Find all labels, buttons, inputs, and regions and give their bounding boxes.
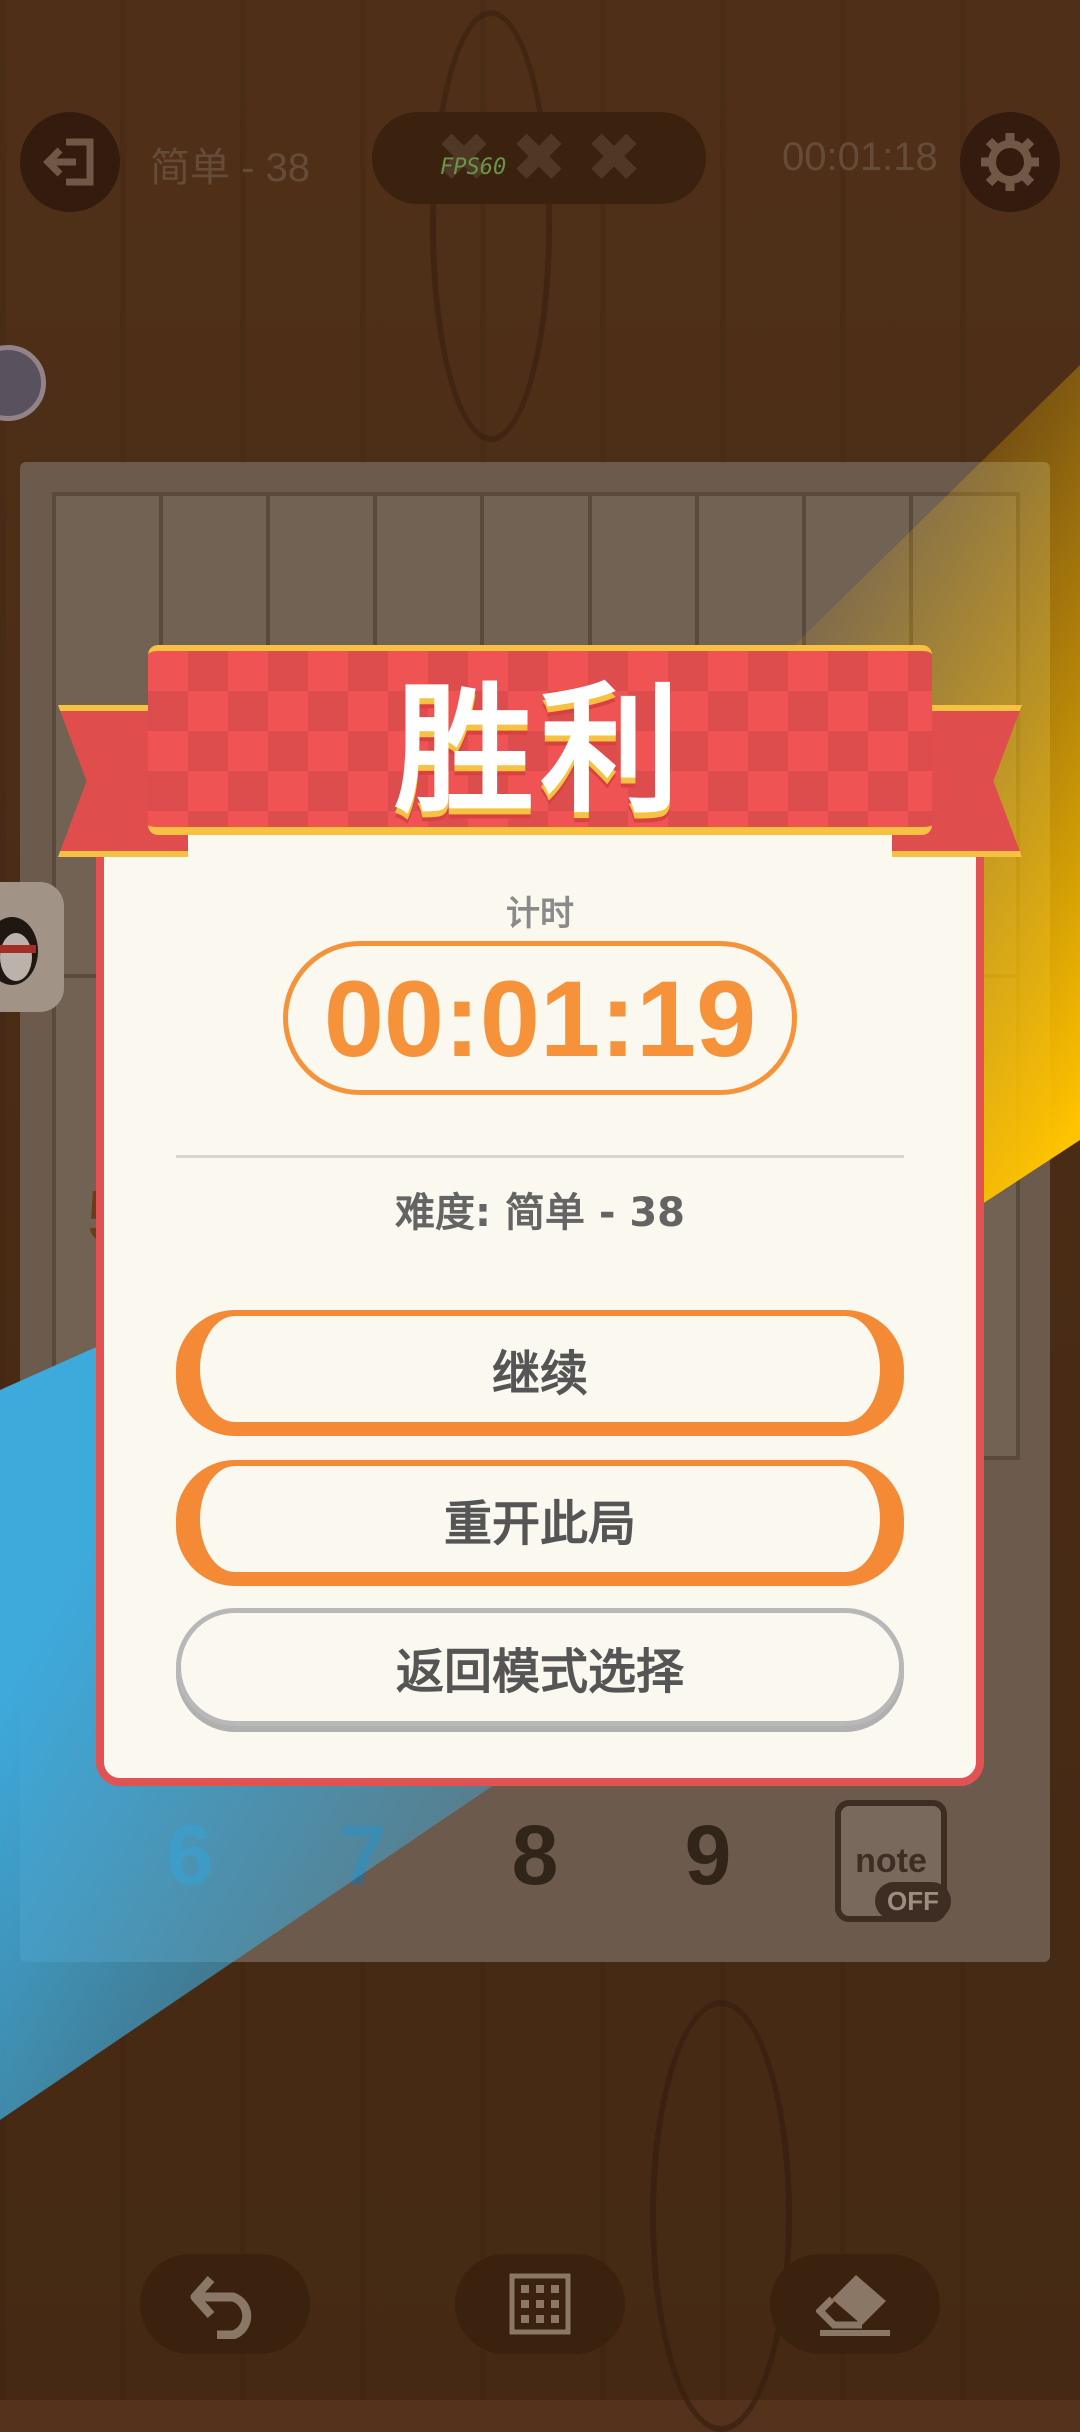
timer-label: 计时: [506, 894, 574, 934]
erase-button[interactable]: [770, 2254, 940, 2354]
continue-button-label: 继续: [491, 1346, 588, 1402]
back-to-mode-select-button[interactable]: 返回模式选择: [176, 1608, 904, 1726]
final-time: 00:01:19: [283, 941, 797, 1095]
difficulty-summary: 难度: 简单 - 38: [394, 1190, 686, 1236]
numpad-toggle-button[interactable]: [455, 2254, 625, 2354]
victory-ribbon: 胜利: [58, 645, 1022, 857]
undo-icon: [190, 2276, 252, 2339]
numpad-icon: [509, 2273, 571, 2335]
eraser-icon: [816, 2275, 890, 2336]
back-button-label: 返回模式选择: [395, 1644, 684, 1700]
ribbon-banner: 胜利: [148, 645, 932, 835]
victory-title: 胜利: [393, 670, 686, 833]
restart-button[interactable]: 重开此局: [176, 1460, 904, 1578]
divider: [176, 1155, 904, 1158]
restart-button-label: 重开此局: [443, 1496, 636, 1552]
undo-button[interactable]: [140, 2254, 310, 2354]
continue-button[interactable]: 继续: [176, 1310, 904, 1428]
